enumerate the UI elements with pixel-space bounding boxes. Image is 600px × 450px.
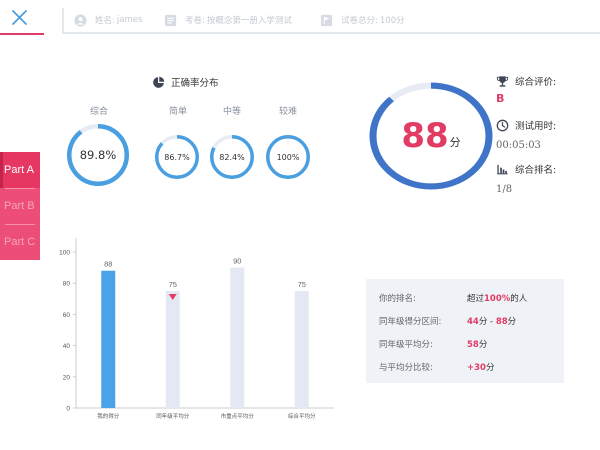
- bar-value-label: 90: [233, 257, 241, 266]
- accuracy-ring-easy: 86.7%: [155, 135, 199, 179]
- y-tick-label: 40: [63, 343, 71, 350]
- bar: [294, 291, 309, 408]
- ranking-value-highlight: 44: [467, 317, 479, 327]
- flag-icon: [320, 14, 333, 26]
- accuracy-ring-overall: 89.8%: [67, 124, 129, 186]
- ring-label-medium: 中等: [222, 107, 241, 117]
- ranking-value: 44分 - 88分: [467, 315, 516, 327]
- score-value: 88: [401, 116, 449, 156]
- part-tabs: Part A Part B Part C: [0, 152, 40, 260]
- document-icon: [164, 14, 177, 26]
- x-tick-label: 同年级平均分: [156, 412, 190, 420]
- bar-value-label: 88: [104, 260, 112, 269]
- ranking-label: 与平均分比较:: [379, 363, 433, 373]
- ranking-value-text: 分: [507, 317, 517, 327]
- y-tick-label: 80: [63, 281, 71, 288]
- rank-row: 综合排名:: [496, 162, 556, 176]
- score-unit: 分: [449, 136, 461, 149]
- bar: [165, 291, 180, 408]
- ranking-value-text: 分 -: [478, 317, 496, 327]
- ranking-value-highlight: 100%: [484, 294, 511, 304]
- header-bar: 姓名: james 考卷: 按概念第一册入学测试 试卷总分: 100分: [62, 8, 600, 34]
- clock-icon: [496, 119, 509, 131]
- ranking-value: +30分: [467, 361, 494, 373]
- rank-label: 综合排名:: [515, 165, 557, 176]
- bar-value-label: 75: [298, 280, 306, 289]
- bar: [101, 270, 116, 408]
- y-tick-label: 0: [66, 406, 70, 413]
- x-tick-label: 市重点平均分: [221, 412, 255, 420]
- ranking-value-text: 的人: [510, 294, 528, 304]
- time-value: 00:05:03: [496, 140, 541, 151]
- rank-value: 1/8: [496, 184, 513, 195]
- ranking-row: 你的排名: 超过100%的人: [379, 291, 559, 305]
- ranking-label: 同年级平均分:: [379, 340, 433, 350]
- ring-value-medium: 82.4%: [219, 152, 245, 162]
- name-label: 姓名:: [95, 16, 115, 26]
- x-tick-label: 综合平均分: [288, 412, 316, 420]
- ranking-value: 超过100%的人: [467, 292, 527, 304]
- ranking-row: 同年级平均分: 58分: [379, 337, 559, 351]
- ranking-value-highlight: 88: [495, 317, 508, 327]
- ranking-value: 58分: [467, 338, 487, 350]
- y-tick-label: 100: [59, 250, 70, 257]
- bar-value-label: 75: [169, 280, 177, 289]
- score-bar-chart: 0 20 40 60 80 100 88 我的得分 75 同年级平均分 90 市重点平均分 75 综合平均…: [56, 236, 346, 436]
- ranking-row: 同年级得分区间: 44分 - 88分: [379, 314, 559, 328]
- ring-value-easy: 86.7%: [164, 152, 190, 162]
- student-name: 姓名: james: [74, 12, 142, 28]
- x-tick-label: 我的得分: [97, 412, 120, 420]
- ranking-value-text: 分: [485, 363, 495, 373]
- ranking-row: 与平均分比较: +30分: [379, 360, 559, 374]
- close-icon: [12, 10, 27, 25]
- score-ring: 88 分: [366, 80, 496, 192]
- ring-label-easy: 简单: [168, 107, 187, 117]
- close-underline: [0, 33, 44, 35]
- accuracy-ring-hard: 100%: [266, 135, 310, 179]
- ranking-value-text: 分: [478, 340, 488, 350]
- bar-chart-icon: [497, 164, 508, 174]
- ring-value-hard: 100%: [276, 152, 300, 162]
- score-display: 88 分: [366, 80, 496, 192]
- ranking-panel: 你的排名: 超过100%的人 同年级得分区间: 44分 - 88分 同年级平均分: 58分…: [366, 279, 564, 383]
- exam-value: 按概念第一册入学测试: [206, 16, 292, 26]
- ranking-value-highlight: +30: [467, 363, 486, 373]
- ranking-label: 同年级得分区间:: [379, 317, 442, 327]
- evaluation-label: 综合评价:: [515, 77, 557, 88]
- pie-chart-icon: [153, 76, 165, 88]
- close-button[interactable]: [10, 6, 30, 28]
- ring-label-overall: 综合: [89, 107, 108, 117]
- score-label: 试卷总分:: [341, 16, 378, 26]
- ring-value-overall: 89.8%: [79, 148, 117, 162]
- accuracy-title: 正确率分布: [152, 74, 219, 90]
- accuracy-title-text: 正确率分布: [171, 78, 219, 89]
- y-tick-label: 60: [63, 312, 71, 319]
- exam-name: 考卷: 按概念第一册入学测试: [164, 12, 292, 28]
- tab-part-c[interactable]: Part C: [0, 224, 40, 260]
- time-row: 测试用时:: [496, 118, 556, 132]
- time-label: 测试用时:: [515, 121, 557, 132]
- bar: [230, 267, 245, 408]
- ring-label-hard: 较难: [278, 107, 297, 117]
- evaluation-row: 综合评价:: [496, 74, 556, 88]
- name-value: james: [116, 15, 143, 25]
- user-icon: [74, 13, 87, 27]
- trophy-icon: [496, 75, 509, 87]
- exam-label: 考卷:: [185, 16, 205, 26]
- ranking-value-highlight: 58: [467, 340, 479, 350]
- tab-part-a[interactable]: Part A: [0, 152, 40, 188]
- ranking-label: 你的排名:: [379, 294, 416, 304]
- tab-part-b[interactable]: Part B: [0, 188, 40, 224]
- ranking-value-text: 超过: [467, 294, 485, 304]
- chart-svg: 0 20 40 60 80 100 88 我的得分 75 同年级平均分 90 市重点平均分 75 综合平均…: [59, 238, 334, 420]
- accuracy-ring-medium: 82.4%: [210, 135, 254, 179]
- evaluation-value: B: [496, 92, 505, 105]
- total-score: 试卷总分: 100分: [320, 12, 405, 28]
- score-total-value: 100分: [379, 16, 405, 26]
- y-tick-label: 20: [63, 374, 71, 381]
